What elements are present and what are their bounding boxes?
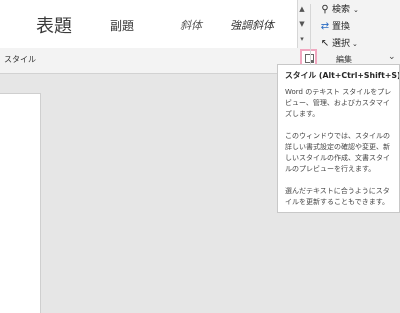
replace-button[interactable]: ⇄ 置換 bbox=[318, 19, 350, 34]
select-chevron-down-icon[interactable]: ⌄ bbox=[352, 40, 358, 48]
ribbon: 表題 副題 斜体 強調斜体 ▲ ▼ ▾ スタイル ⚲ 検索 ⌄ ⇄ 置換 ↖ 選択 ⌄ 編… bbox=[0, 0, 400, 74]
gallery-scroll-down-icon[interactable]: ▼ bbox=[297, 17, 307, 31]
tooltip-paragraph: 選んだテキストに合うようにスタイルを更新することもできます。 bbox=[285, 187, 390, 206]
style-gallery: 表題 副題 斜体 強調斜体 bbox=[0, 0, 298, 48]
find-label: 検索 bbox=[332, 5, 351, 15]
tooltip-paragraph: Word のテキスト スタイルをプレビュー、管理、およびカスタマイズします。 bbox=[285, 88, 392, 118]
styles-tooltip: スタイル (Alt+Ctrl+Shift+S) Word のテキスト スタイルを… bbox=[277, 64, 400, 213]
tooltip-title: スタイル (Alt+Ctrl+Shift+S) bbox=[285, 71, 400, 80]
style-item-title[interactable]: 表題 bbox=[36, 12, 72, 38]
tooltip-paragraph: このウィンドウでは、スタイルの詳しい書式設定の確認や変更、新しいスタイルの作成、… bbox=[285, 132, 390, 173]
ribbon-collapse-icon[interactable]: ⌄ bbox=[388, 52, 396, 62]
style-item-subtitle[interactable]: 副題 bbox=[110, 17, 134, 34]
replace-label: 置換 bbox=[332, 22, 351, 32]
style-item-emphasis[interactable]: 斜体 bbox=[180, 17, 202, 33]
group-separator bbox=[310, 4, 311, 64]
gallery-more-icon[interactable]: ▾ bbox=[297, 32, 307, 46]
select-cursor-icon: ↖ bbox=[320, 38, 330, 49]
style-item-intense-emphasis[interactable]: 強調斜体 bbox=[230, 17, 274, 33]
select-label: 選択 bbox=[332, 39, 351, 49]
styles-group-label: スタイル bbox=[4, 55, 36, 64]
gallery-scroll-up-icon[interactable]: ▲ bbox=[297, 2, 307, 16]
find-chevron-down-icon[interactable]: ⌄ bbox=[353, 6, 359, 14]
gallery-scroll: ▲ ▼ ▾ bbox=[297, 0, 307, 48]
search-icon: ⚲ bbox=[321, 4, 329, 15]
find-button[interactable]: ⚲ 検索 ⌄ bbox=[318, 2, 359, 17]
replace-icon: ⇄ bbox=[320, 21, 330, 32]
select-button[interactable]: ↖ 選択 ⌄ bbox=[318, 36, 358, 51]
document-page[interactable] bbox=[0, 93, 41, 313]
